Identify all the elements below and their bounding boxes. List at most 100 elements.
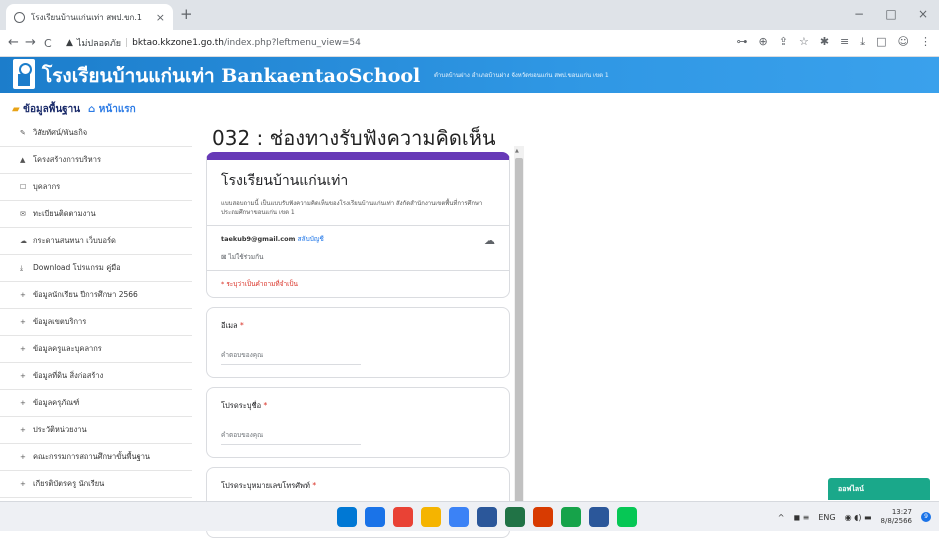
browser-tab[interactable]: โรงเรียนบ้านแก่นเท่า สพป.ขก.1 × <box>6 4 173 30</box>
sidebar-item[interactable]: ✉ ทะเบียนติดตามงาน <box>0 201 192 228</box>
scroll-up-icon[interactable]: ▲ <box>515 148 519 154</box>
sidebar-item-icon: ✉ <box>20 210 26 218</box>
sidepanel-icon[interactable]: □ <box>876 35 886 49</box>
sidebar-item[interactable]: ⤓ Download โปรแกรม คู่มือ <box>0 255 192 282</box>
required-star: * <box>240 321 244 330</box>
sidebar-item-icon: + <box>20 345 26 353</box>
sidebar-item[interactable]: + ข้อมูลครูและบุคลากร <box>0 336 192 363</box>
menu-dots-icon[interactable]: ⋮ <box>920 35 931 49</box>
question-label: อีเมล * <box>221 320 495 332</box>
answer-input[interactable]: คำตอบของคุณ <box>221 430 361 445</box>
tab-title: โรงเรียนบ้านแก่นเท่า สพป.ขก.1 <box>31 12 142 22</box>
cloud-icon: ☁ <box>484 234 495 247</box>
required-star: * <box>312 481 317 490</box>
language-indicator[interactable]: ENG <box>818 513 835 522</box>
sidebar-item[interactable]: ▲ โครงสร้างการบริหาร <box>0 147 192 174</box>
sidebar-item-icon: + <box>20 426 26 434</box>
chrome-icon[interactable] <box>365 507 385 527</box>
form-description: แบบสอบถามนี้ เป็นแบบรับฟังความคิดเห็นของ… <box>221 200 483 216</box>
sidebar-item[interactable]: ✎ วิสัยทัศน์/พันธกิจ <box>0 120 192 147</box>
home-link[interactable]: ⌂ หน้าแรก <box>88 102 136 117</box>
page-title: 032 : ช่องทางรับฟังความคิดเห็น <box>212 126 496 150</box>
sidebar-item-icon: ✎ <box>20 129 26 137</box>
back-button[interactable]: ← <box>8 35 19 50</box>
window-controls: − □ × <box>843 0 939 30</box>
new-tab-button[interactable]: + <box>180 5 193 23</box>
question-text: โปรดระบุหมายเลขโทรศัพท์ <box>221 481 310 490</box>
bookmark-star-icon[interactable]: ☆ <box>799 35 809 49</box>
sidebar-item[interactable]: + เกียรติบัตรครู นักเรียน <box>0 471 192 498</box>
file-explorer-icon[interactable] <box>421 507 441 527</box>
notification-badge[interactable]: 9 <box>921 512 931 523</box>
edge-icon[interactable] <box>449 507 469 527</box>
excel-icon[interactable] <box>505 507 525 527</box>
address-bar-row: ← → C ▲ ไม่ปลอดภัย | bktao.kkzone1.go.th… <box>0 30 939 57</box>
question-label: โปรดระบุหมายเลขโทรศัพท์ * <box>221 480 495 492</box>
sidebar-item[interactable]: + ข้อมูลนักเรียน ปีการศึกษา 2566 <box>0 282 192 309</box>
warning-icon: ▲ <box>66 38 73 48</box>
clock-time: 13:27 <box>891 508 912 516</box>
share-icon[interactable]: ⇪ <box>779 35 788 49</box>
windows-taskbar: ^ ◼ ≡ ENG ◉ ◖) ▬ 13:27 8/8/2566 9 <box>0 501 939 531</box>
network-volume-battery-icon[interactable]: ◉ ◖) ▬ <box>845 513 872 522</box>
site-banner: โรงเรียนบ้านแก่นเท่า BankaentaoSchool ตำ… <box>0 57 939 93</box>
sidebar-menu: ✎ วิสัยทัศน์/พันธกิจ ▲ โครงสร้างการบริหาร ☐ บ… <box>0 120 192 525</box>
maximize-button[interactable]: □ <box>875 0 907 30</box>
sidebar-item-label: ข้อมูลเขตบริการ <box>33 317 87 326</box>
extensions-icon[interactable]: ✱ <box>820 35 829 49</box>
question-text: อีเมล <box>221 321 238 330</box>
clock[interactable]: 13:27 8/8/2566 <box>881 508 912 526</box>
sidebar-item[interactable]: + ข้อมูลที่ดิน สิ่งก่อสร้าง <box>0 363 192 390</box>
account-row: taekub9@gmail.com สลับบัญชี ☁ <box>221 234 495 247</box>
sidebar-item-label: วิสัยทัศน์/พันธกิจ <box>33 128 88 137</box>
scrollbar-thumb[interactable] <box>515 158 523 530</box>
sidebar-item-icon: + <box>20 372 26 380</box>
notepad-icon[interactable] <box>589 507 609 527</box>
basic-info-link[interactable]: ▰ ข้อมูลพื้นฐาน <box>12 102 80 117</box>
sidebar-item-icon: + <box>20 291 26 299</box>
tray-overflow-icon[interactable]: ^ <box>778 513 785 522</box>
switch-account-link[interactable]: สลับบัญชี <box>298 235 324 243</box>
start-icon[interactable] <box>337 507 357 527</box>
sidebar-item-icon: + <box>20 318 26 326</box>
sidebar-item[interactable]: + คณะกรรมการสถานศึกษาขั้นพื้นฐาน <box>0 444 192 471</box>
close-tab-icon[interactable]: × <box>156 11 165 24</box>
home-icon: ⌂ <box>88 104 99 115</box>
download-icon[interactable]: ⤓ <box>860 35 865 49</box>
forward-button[interactable]: → <box>25 35 36 50</box>
key-icon[interactable]: ⊶ <box>737 35 748 49</box>
profile-avatar-icon[interactable]: ☺ <box>898 35 909 49</box>
word-icon[interactable] <box>477 507 497 527</box>
chat-widget-button[interactable]: ออฟไลน์ <box>828 478 930 500</box>
url-input[interactable]: ▲ ไม่ปลอดภัย | bktao.kkzone1.go.th/index… <box>66 33 606 53</box>
sidebar-item-icon: ⤓ <box>20 263 24 272</box>
answer-input[interactable]: คำตอบของคุณ <box>221 350 361 365</box>
question-card: โปรดระบุชื่อ * คำตอบของคุณ <box>206 387 510 458</box>
url-host: bktao.kkzone1.go.th <box>132 38 224 48</box>
school-logo-icon <box>13 59 35 89</box>
meet-icon[interactable] <box>561 507 581 527</box>
office-icon[interactable] <box>393 507 413 527</box>
zoom-icon[interactable]: ⊕ <box>759 35 768 49</box>
sidebar-item-label: ประวัติหน่วยงาน <box>33 425 87 434</box>
sidebar-item[interactable]: + ข้อมูลครุภัณฑ์ <box>0 390 192 417</box>
line-icon[interactable] <box>617 507 637 527</box>
sidebar-item-label: เกียรติบัตรครู นักเรียน <box>33 479 105 488</box>
form-scrollbar[interactable]: ▲ <box>514 146 524 531</box>
sidebar-item[interactable]: + ข้อมูลเขตบริการ <box>0 309 192 336</box>
reading-list-icon[interactable]: ≡ <box>840 35 849 49</box>
sidebar-item[interactable]: ☁ กระดานสนทนา เว็บบอร์ด <box>0 228 192 255</box>
not-shared-note: ⊠ ไม่ใช้ร่วมกัน <box>221 252 495 262</box>
required-note: * ระบุว่าเป็นคำถามที่จำเป็น <box>221 280 298 288</box>
minimize-button[interactable]: − <box>843 0 875 30</box>
sidebar-item[interactable]: + ประวัติหน่วยงาน <box>0 417 192 444</box>
site-subtitle: ตำบลบ้านฝาง อำเภอบ้านฝาง จังหวัดขอนแก่น … <box>434 72 609 79</box>
security-label[interactable]: ไม่ปลอดภัย <box>77 36 121 50</box>
sidebar-item-label: ข้อมูลครุภัณฑ์ <box>33 398 80 407</box>
reload-button[interactable]: C <box>44 37 52 50</box>
close-window-button[interactable]: × <box>907 0 939 30</box>
powerpoint-icon[interactable] <box>533 507 553 527</box>
tray-app-icons[interactable]: ◼ ≡ <box>793 513 809 522</box>
required-star: * <box>263 401 268 410</box>
sidebar-item[interactable]: ☐ บุคลากร <box>0 174 192 201</box>
